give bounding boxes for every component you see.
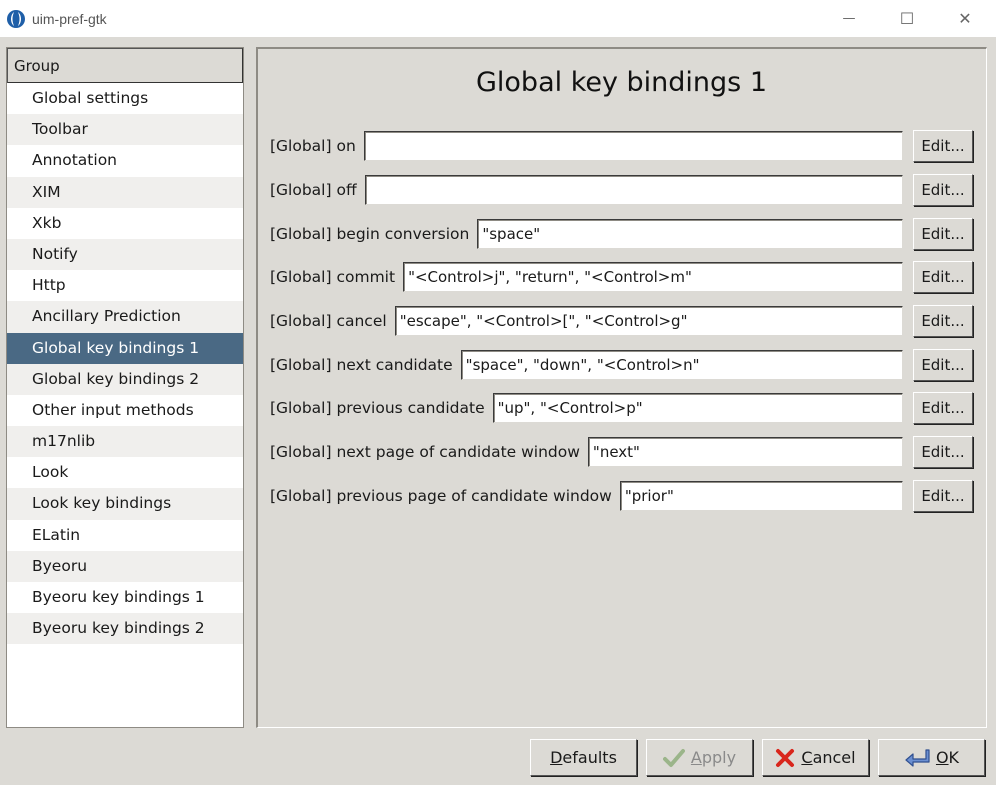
sidebar-item-byeoru-key-bindings-2[interactable]: Byeoru key bindings 2 (7, 613, 243, 645)
uim-logo-icon (7, 9, 25, 28)
sidebar-item-xim[interactable]: XIM (7, 176, 243, 208)
sidebar-item-other-input-methods[interactable]: Other input methods (7, 394, 243, 427)
close-icon: ✕ (958, 9, 972, 28)
key-binding-label: [Global] on (270, 137, 356, 155)
edit-button[interactable]: Edit... (913, 349, 973, 381)
sidebar-item-look-key-bindings[interactable]: Look key bindings (7, 488, 243, 520)
key-binding-row: [Global] cancel "escape", "<Control>[", "… (270, 305, 973, 337)
page-title: Global key bindings 1 (475, 67, 768, 98)
edit-button[interactable]: Edit... (913, 436, 973, 468)
edit-button[interactable]: Edit... (913, 174, 973, 206)
group-tree[interactable]: Group Global settings Toolbar Annotation XI… (6, 47, 244, 728)
key-binding-label: [Global] next page of candidate window (270, 443, 580, 461)
red-x-icon (775, 748, 795, 768)
group-column-header[interactable]: Group (7, 48, 243, 83)
settings-panel: Global key bindings 1 [Global] on Edit...… (256, 47, 987, 728)
apply-button[interactable]: Apply (646, 739, 753, 776)
edit-button[interactable]: Edit... (913, 305, 973, 337)
edit-button[interactable]: Edit... (913, 130, 973, 162)
key-binding-row: [Global] commit "<Control>j", "return", "… (270, 261, 973, 293)
edit-button[interactable]: Edit... (913, 218, 973, 250)
sidebar-item-toolbar[interactable]: Toolbar (7, 114, 243, 146)
sidebar-item-elatin[interactable]: ELatin (7, 519, 243, 551)
key-binding-row: [Global] on Edit... (270, 130, 973, 162)
sidebar-item-global-settings[interactable]: Global settings (7, 83, 243, 115)
key-binding-label: [Global] cancel (270, 312, 387, 330)
title-bar: uim-pref-gtk — ☐ ✕ (0, 0, 996, 37)
key-binding-row: [Global] next candidate "space", "down", … (270, 349, 973, 381)
key-binding-row: [Global] begin conversion "space" Edit... (270, 218, 973, 250)
edit-button[interactable]: Edit... (913, 392, 973, 424)
defaults-label: Defaults (550, 748, 617, 767)
key-binding-row: [Global] next page of candidate window "n… (270, 436, 973, 468)
key-binding-field[interactable]: "prior" (619, 481, 903, 511)
key-binding-row: [Global] previous candidate "up", "<Contr… (270, 392, 973, 424)
sidebar-item-notify[interactable]: Notify (7, 238, 243, 271)
ok-label: OK (935, 748, 960, 767)
key-binding-field[interactable]: "next" (587, 437, 903, 467)
cancel-label: Cancel (801, 748, 856, 767)
key-binding-label: [Global] off (270, 181, 357, 199)
edit-button[interactable]: Edit... (913, 261, 973, 293)
key-binding-field[interactable] (363, 131, 903, 161)
checkmark-icon (662, 748, 685, 768)
key-binding-field[interactable]: "<Control>j", "return", "<Control>m" (403, 262, 903, 292)
group-list: Global settings Toolbar Annotation XIM Xkb No… (7, 83, 243, 645)
minimize-button[interactable]: — (820, 0, 878, 37)
sidebar-item-annotation[interactable]: Annotation (7, 145, 243, 177)
minimize-icon: — (842, 11, 856, 26)
key-binding-field[interactable]: "escape", "<Control>[", "<Control>g" (394, 306, 903, 336)
key-binding-label: [Global] begin conversion (270, 225, 470, 243)
key-binding-field[interactable]: "space" (477, 219, 903, 249)
sidebar-item-xkb[interactable]: Xkb (7, 207, 243, 239)
sidebar-item-byeoru-key-bindings-1[interactable]: Byeoru key bindings 1 (7, 582, 243, 614)
sidebar-item-m17nlib[interactable]: m17nlib (7, 426, 243, 458)
maximize-icon: ☐ (899, 9, 915, 28)
key-binding-label: [Global] previous page of candidate wind… (270, 487, 612, 505)
sidebar-item-global-key-bindings-1[interactable]: Global key bindings 1 (7, 332, 243, 364)
key-binding-label: [Global] commit (270, 268, 396, 286)
cancel-button[interactable]: Cancel (762, 739, 869, 776)
edit-button[interactable]: Edit... (913, 480, 973, 512)
sidebar-item-look[interactable]: Look (7, 457, 243, 489)
apply-label: Apply (690, 748, 737, 767)
defaults-button[interactable]: Defaults (530, 739, 637, 776)
close-button[interactable]: ✕ (936, 0, 994, 37)
key-binding-row: [Global] previous page of candidate wind… (270, 480, 973, 512)
key-binding-label: [Global] next candidate (270, 356, 453, 374)
key-binding-field[interactable]: "space", "down", "<Control>n" (460, 350, 903, 380)
maximize-button[interactable]: ☐ (878, 0, 936, 37)
group-header-label: Group (14, 56, 60, 75)
sidebar-item-global-key-bindings-2[interactable]: Global key bindings 2 (7, 363, 243, 395)
key-binding-label: [Global] previous candidate (270, 399, 485, 417)
key-binding-field[interactable]: "up", "<Control>p" (492, 393, 903, 423)
sidebar-item-ancillary-prediction[interactable]: Ancillary Prediction (7, 301, 243, 333)
sidebar-item-http[interactable]: Http (7, 270, 243, 302)
key-binding-field[interactable] (364, 175, 903, 205)
ok-button[interactable]: OK (878, 739, 985, 776)
key-binding-row: [Global] off Edit... (270, 174, 973, 206)
window-title: uim-pref-gtk (32, 10, 107, 27)
enter-arrow-icon (904, 748, 930, 768)
sidebar-item-byeoru[interactable]: Byeoru (7, 550, 243, 582)
